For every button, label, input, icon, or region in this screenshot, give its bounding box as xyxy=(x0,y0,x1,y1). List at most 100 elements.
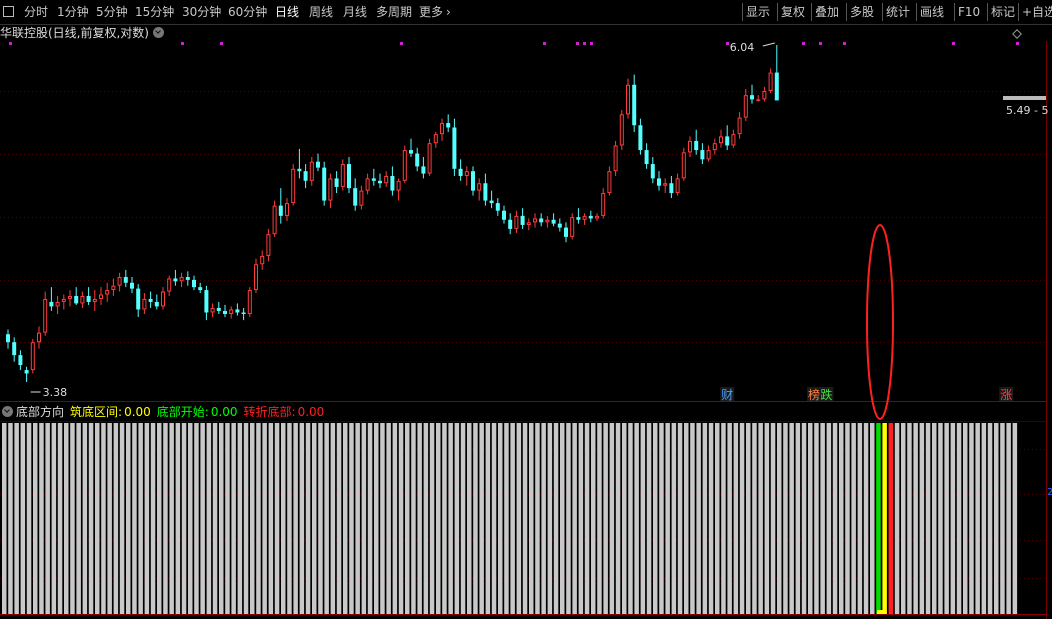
indicator-bar xyxy=(423,423,429,614)
indicator-bar xyxy=(113,423,119,614)
indicator-bar xyxy=(622,423,627,614)
indicator-bar xyxy=(938,423,943,614)
candle-body xyxy=(582,215,587,220)
signal-marker xyxy=(590,42,593,45)
indicator-bar xyxy=(330,423,336,614)
indicator-bar xyxy=(1006,423,1011,614)
candle-body xyxy=(545,219,550,223)
candle-body xyxy=(24,370,29,374)
candle-body xyxy=(210,307,215,313)
indicator-bar xyxy=(777,423,782,614)
candle-body xyxy=(340,164,345,187)
indicator-value-1: 0.00 xyxy=(210,405,238,419)
candle-body xyxy=(607,171,612,194)
indicator-bar xyxy=(479,423,484,614)
candle-body xyxy=(167,278,172,292)
candle-body xyxy=(347,164,351,189)
highlight-ellipse xyxy=(866,224,894,420)
indicator-bar xyxy=(219,423,224,614)
candle-body xyxy=(105,290,110,295)
candle-body xyxy=(756,99,761,101)
indicator-bar xyxy=(808,423,813,614)
indicator-bar xyxy=(367,423,373,614)
price-tag-label: 5.49 - 5 xyxy=(1006,104,1048,117)
indicator-dropdown-icon[interactable] xyxy=(2,406,13,417)
candle-body xyxy=(309,161,314,181)
indicator-bar xyxy=(14,423,19,614)
candle-body xyxy=(266,234,271,256)
candle-body xyxy=(260,255,265,265)
indicator-bar xyxy=(293,423,298,614)
candle-body xyxy=(123,277,128,283)
signal-marker xyxy=(220,42,223,45)
candle-body xyxy=(353,188,358,206)
indicator-bar xyxy=(516,423,522,614)
candle-body xyxy=(576,217,581,220)
candle-body xyxy=(446,123,451,128)
candle-body xyxy=(588,215,593,219)
candle-body xyxy=(539,218,544,223)
indicator-bar xyxy=(467,423,472,614)
indicator-bar xyxy=(789,423,794,614)
indicator-bar xyxy=(436,423,441,614)
candle-body xyxy=(316,161,320,168)
candle-body xyxy=(464,171,469,176)
indicator-bar xyxy=(535,423,540,614)
indicator-bar xyxy=(20,423,26,614)
event-tag-label: 跌 xyxy=(820,387,832,402)
indicator-value-2: 0.00 xyxy=(297,405,325,419)
candle-body xyxy=(557,223,562,228)
indicator-bar xyxy=(640,423,646,614)
candle-body xyxy=(409,150,413,154)
candle-body xyxy=(719,136,723,144)
candle-body xyxy=(632,84,637,126)
indicator-bar xyxy=(925,423,931,614)
candle-body xyxy=(613,145,618,172)
candle-body xyxy=(595,215,599,219)
indicator-bar xyxy=(826,423,832,614)
indicator-label-0: 筑底区间: xyxy=(70,405,123,419)
candle-body xyxy=(278,205,283,216)
candle-body xyxy=(774,72,779,101)
indicator-bar xyxy=(981,423,987,614)
candle-body xyxy=(136,288,141,310)
candle-body xyxy=(111,285,116,291)
indicator-bar xyxy=(547,423,553,614)
indicator-bar xyxy=(603,423,608,614)
candle-body xyxy=(514,215,519,229)
high-price-label: 6.04 xyxy=(730,41,755,54)
indicator-bar xyxy=(107,423,112,614)
candle-body xyxy=(359,190,364,206)
candle-body xyxy=(371,178,376,181)
indicator-bar xyxy=(212,423,218,614)
signal-marker xyxy=(1016,42,1019,45)
candle-body xyxy=(148,298,153,302)
indicator-bar xyxy=(398,423,404,614)
candle-body xyxy=(638,125,643,151)
candle-body xyxy=(502,210,506,220)
indicator-bar xyxy=(144,423,150,614)
signal-marker xyxy=(726,42,729,45)
candle-body xyxy=(433,134,438,144)
candle-body xyxy=(669,183,674,194)
candle-body xyxy=(551,219,556,224)
candle-body xyxy=(762,90,767,100)
indicator-bar xyxy=(919,423,925,614)
indicator-bar xyxy=(250,423,255,614)
indicator-bar xyxy=(51,423,57,614)
indicator-bar xyxy=(268,423,274,614)
indicator-bar xyxy=(88,423,94,614)
candle-body xyxy=(601,193,606,216)
indicator-bar xyxy=(715,423,720,614)
indicator-bar xyxy=(801,423,807,614)
indicator-bar xyxy=(274,423,280,614)
candle-body xyxy=(644,150,649,165)
indicator-bar xyxy=(1012,423,1018,614)
indicator-bar xyxy=(572,423,577,614)
candle-body xyxy=(725,136,730,146)
indicator-bar xyxy=(194,423,199,614)
indicator-bar xyxy=(584,423,590,614)
candle-body xyxy=(173,278,178,282)
indicator-bar xyxy=(473,423,478,614)
candle-body xyxy=(564,227,568,237)
